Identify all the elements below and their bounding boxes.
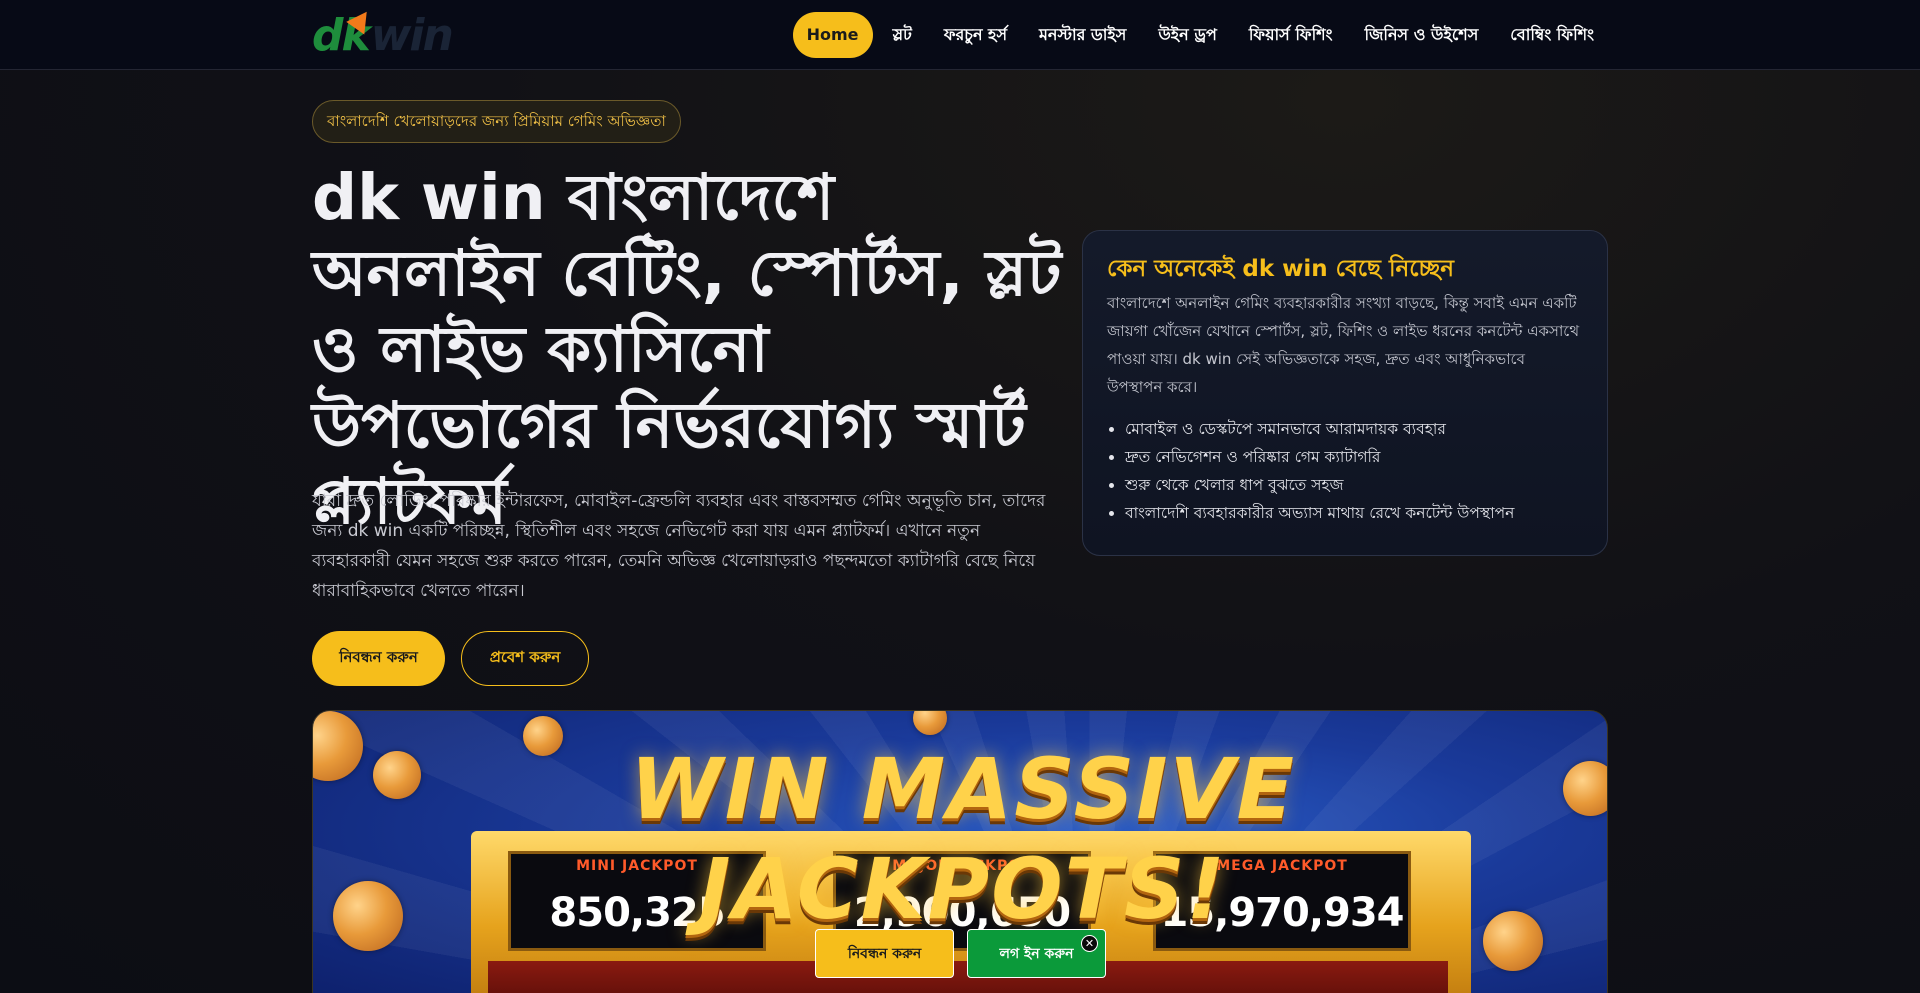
logo-text-win: win — [370, 10, 454, 61]
card-feature-list: মোবাইল ও ডেস্কটপে সমানভাবে আরামদায়ক ব্য… — [1107, 415, 1583, 527]
floating-register-button[interactable]: নিবন্ধন করুন — [815, 929, 954, 978]
list-item: বাংলাদেশি ব্যবহারকারীর অভ্যাস মাথায় রেখ… — [1125, 499, 1583, 527]
list-item: শুরু থেকে খেলার ধাপ বুঝতে সহজ — [1125, 471, 1583, 499]
main-nav: Home স্লট ফরচুন হর্স মনস্টার ডাইস উইন ড্… — [792, 12, 1610, 58]
nav-item-home[interactable]: Home — [792, 12, 873, 58]
nav-item-genies-wishes[interactable]: জিনিস ও উইশেস — [1349, 12, 1495, 58]
nav-item-monster-dice[interactable]: মনস্টার ডাইস — [1023, 12, 1142, 58]
site-logo[interactable]: dkwin — [312, 5, 457, 61]
nav-item-slots[interactable]: স্লট — [877, 12, 928, 58]
hero-description: যারা দ্রুত লোডিং, পরিষ্কার ইন্টারফেস, মো… — [312, 491, 1046, 601]
nav-item-fierce-fishing[interactable]: ফিয়ার্স ফিশিং — [1233, 12, 1349, 58]
register-button[interactable]: নিবন্ধন করুন — [312, 631, 445, 686]
login-button[interactable]: প্রবেশ করুন — [461, 631, 589, 686]
why-choose-card: কেন অনেকেই dk win বেছে নিচ্ছেন বাংলাদেশে… — [1082, 230, 1608, 556]
nav-item-fortune-horse[interactable]: ফরচুন হর্স — [928, 12, 1023, 58]
list-item: মোবাইল ও ডেস্কটপে সমানভাবে আরামদায়ক ব্য… — [1125, 415, 1583, 443]
top-navigation-bar: dkwin Home স্লট ফরচুন হর্স মনস্টার ডাইস … — [0, 0, 1920, 70]
card-title: কেন অনেকেই dk win বেছে নিচ্ছেন — [1107, 256, 1455, 282]
card-text: বাংলাদেশে অনলাইন গেমিং ব্যবহারকারীর সংখ্… — [1107, 294, 1580, 396]
hero-tagline-pill: বাংলাদেশি খেলোয়াড়দের জন্য প্রিমিয়াম গ… — [312, 100, 681, 143]
close-icon[interactable]: ✕ — [1081, 935, 1098, 952]
nav-item-bombing-fishing[interactable]: বোম্বিং ফিশিং — [1494, 12, 1610, 58]
list-item: দ্রুত নেভিগেশন ও পরিষ্কার গেম ক্যাটাগরি — [1125, 443, 1583, 471]
jackpot-banner[interactable]: MINI JACKPOT 850,325 MAJOR JACKPOT 2,900… — [312, 710, 1608, 993]
nav-item-win-drop[interactable]: উইন ড্রপ — [1142, 12, 1233, 58]
hero-title: dk win বাংলাদেশে অনলাইন বেটিং, স্পোর্টস,… — [312, 161, 1062, 538]
banner-headline: WIN MASSIVE JACKPOTS! — [630, 740, 1296, 938]
